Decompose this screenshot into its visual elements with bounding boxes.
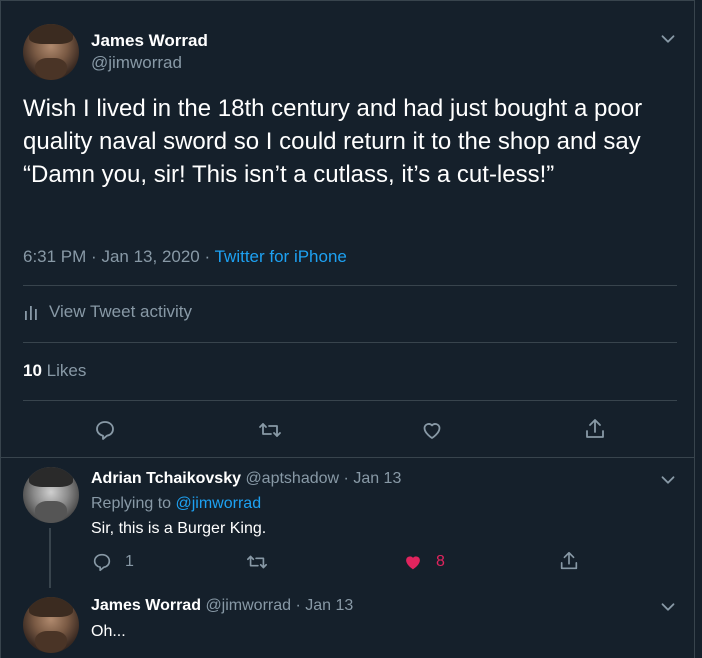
reply-text: Sir, this is a Burger King.: [91, 520, 267, 537]
share-icon[interactable]: [583, 417, 607, 441]
reply-date[interactable]: Jan 13: [353, 470, 401, 487]
reply-author-name[interactable]: Adrian Tchaikovsky: [91, 470, 241, 487]
tweet-meta: 6:31 PM · Jan 13, 2020 · Twitter for iPh…: [23, 247, 347, 267]
reply-author-handle[interactable]: @aptshadow: [245, 470, 339, 487]
tweet-date[interactable]: Jan 13, 2020: [101, 247, 199, 266]
view-activity-link[interactable]: View Tweet activity: [23, 302, 192, 322]
reply-author-handle[interactable]: @jimworrad: [205, 597, 291, 614]
reply-author-avatar[interactable]: [23, 467, 79, 523]
likes-count: 10: [23, 361, 42, 380]
chevron-down-icon[interactable]: [657, 596, 679, 618]
liked-heart-icon: [406, 556, 420, 570]
reply-text: Oh...: [91, 623, 126, 640]
likes-count-link[interactable]: 10 Likes: [23, 361, 86, 381]
like-icon[interactable]: [420, 418, 444, 442]
likes-label: Likes: [46, 361, 87, 380]
author-handle[interactable]: @jimworrad: [91, 53, 182, 73]
meta-separator: ·: [91, 247, 97, 266]
reply-author-avatar[interactable]: [23, 597, 79, 653]
reply-header: Adrian Tchaikovsky @aptshadow · Jan 13: [91, 470, 401, 488]
reply-button[interactable]: 1: [91, 551, 134, 573]
activity-icon: [25, 306, 37, 320]
thread-connector: [49, 528, 51, 588]
like-count: 8: [436, 553, 445, 570]
section-divider: [0, 457, 695, 458]
chevron-down-icon[interactable]: [657, 28, 679, 50]
reply-author-name[interactable]: James Worrad: [91, 597, 201, 614]
replying-to-label: Replying to: [91, 495, 172, 512]
like-button[interactable]: 8: [402, 551, 445, 573]
meta-separator: ·: [343, 470, 349, 487]
divider: [23, 285, 677, 286]
meta-separator: ·: [204, 247, 211, 266]
reply-header: James Worrad @jimworrad · Jan 13: [91, 597, 353, 615]
reply-icon: [93, 553, 111, 572]
tweet-text: Wish I lived in the 18th century and had…: [23, 95, 643, 188]
replying-to: Replying to @jimworrad: [91, 495, 261, 513]
meta-separator: ·: [295, 597, 301, 614]
author-avatar[interactable]: [23, 24, 79, 80]
share-icon[interactable]: [558, 550, 580, 572]
tweet-source[interactable]: Twitter for iPhone: [215, 247, 347, 266]
view-activity-label: View Tweet activity: [49, 302, 192, 321]
reply-icon[interactable]: [93, 418, 117, 442]
divider: [23, 400, 677, 401]
chevron-down-icon[interactable]: [657, 469, 679, 491]
retweet-icon[interactable]: [257, 418, 283, 442]
retweet-icon[interactable]: [245, 551, 269, 573]
author-name[interactable]: James Worrad: [91, 31, 208, 51]
divider: [23, 342, 677, 343]
replying-to-handle[interactable]: @jimworrad: [176, 495, 262, 512]
reply-count: 1: [125, 553, 134, 570]
reply-date[interactable]: Jan 13: [305, 597, 353, 614]
tweet-time[interactable]: 6:31 PM: [23, 247, 86, 266]
